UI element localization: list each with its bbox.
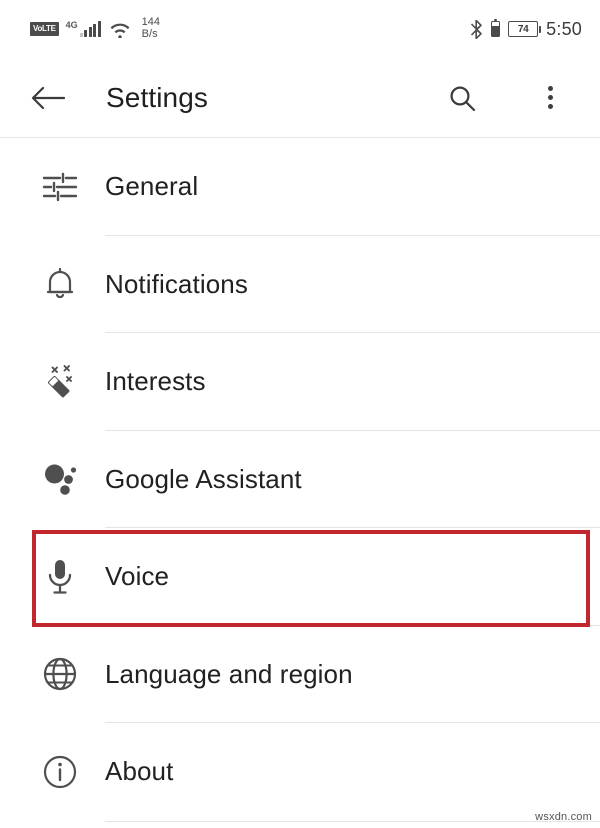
back-button[interactable]	[20, 70, 76, 126]
battery-icon	[491, 19, 501, 37]
status-bar-right: 74 5:50	[470, 19, 582, 40]
google-assistant-icon	[36, 462, 84, 496]
data-speed-indicator: 144 B/s	[142, 17, 160, 40]
search-button[interactable]	[434, 70, 490, 126]
wifi-icon	[108, 20, 132, 38]
battery-percent-badge: 74	[508, 21, 542, 37]
list-item-label: General	[105, 171, 199, 202]
microphone-icon	[36, 558, 84, 596]
list-item-notifications[interactable]: Notifications	[0, 235, 600, 333]
bluetooth-icon	[470, 19, 483, 39]
list-item-google-assistant[interactable]: Google Assistant	[0, 430, 600, 528]
tune-sliders-icon	[36, 171, 84, 203]
overflow-menu-button[interactable]	[522, 70, 578, 126]
search-icon	[447, 83, 477, 113]
settings-list: General Notifications Interests Google A…	[0, 138, 600, 821]
watermark: wsxdn.com	[535, 811, 592, 823]
list-item-label: Language and region	[105, 658, 353, 689]
volte-icon: VoLTE	[30, 22, 59, 36]
list-item-label: About	[105, 756, 174, 787]
list-item-label: Google Assistant	[105, 463, 302, 494]
overflow-menu-icon	[547, 86, 553, 109]
signal-bars-icon	[79, 21, 101, 37]
list-item-label: Voice	[105, 561, 170, 592]
page-title: Settings	[106, 81, 208, 113]
list-item-general[interactable]: General	[0, 138, 600, 236]
list-item-interests[interactable]: Interests	[0, 333, 600, 431]
status-bar-left: VoLTE 4G 144 B/s	[30, 17, 160, 40]
info-circle-icon	[36, 754, 84, 790]
cellular-signal-icon: 4G	[66, 21, 101, 37]
toolbar: Settings	[0, 58, 600, 137]
globe-icon	[36, 656, 84, 692]
bell-icon	[36, 266, 84, 302]
list-item-label: Notifications	[105, 268, 248, 299]
data-speed-value: 144	[141, 16, 161, 29]
network-type-label: 4G	[65, 20, 78, 30]
clock: 5:50	[546, 18, 582, 39]
list-item-about[interactable]: About	[0, 723, 600, 821]
back-arrow-icon	[31, 85, 65, 111]
list-item-voice[interactable]: Voice	[0, 528, 600, 626]
list-item-language-and-region[interactable]: Language and region	[0, 625, 600, 723]
settings-screen: VoLTE 4G 144 B/s 74 5:50 Settings Genera…	[0, 0, 600, 828]
list-item-label: Interests	[105, 366, 206, 397]
toolbar-actions	[434, 70, 600, 126]
list-bottom-divider	[105, 821, 600, 822]
data-speed-unit: B/s	[141, 28, 158, 40]
status-bar: VoLTE 4G 144 B/s 74 5:50	[0, 0, 600, 58]
magic-wand-icon	[36, 364, 84, 400]
